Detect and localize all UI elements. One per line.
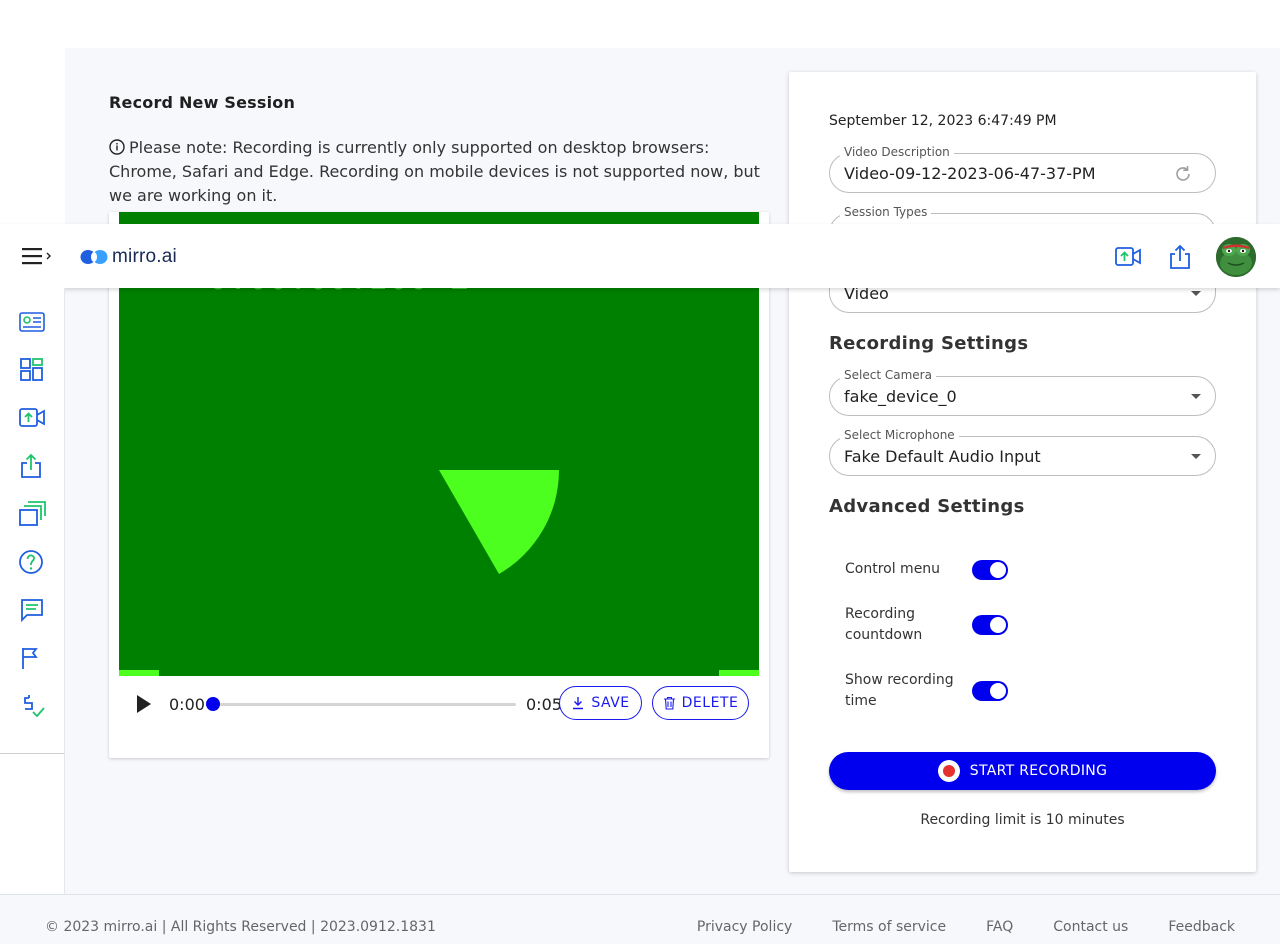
session-types-label: Session Types [840,205,932,219]
video-test-shape [439,470,559,574]
terms-of-service-link[interactable]: Terms of service [832,919,946,935]
download-icon [573,697,584,710]
microphone-label: Select Microphone [840,428,959,442]
save-button[interactable]: SAVE [559,686,642,720]
copyright-text: © 2023 mirro.ai | All Rights Reserved | … [45,919,436,935]
session-datetime: September 12, 2023 6:47:49 PM [829,113,1057,129]
recording-countdown-toggle[interactable] [972,615,1008,635]
toggle-label: Recording countdown [845,606,923,643]
delete-label: DELETE [681,695,739,711]
dashboard-card-icon[interactable] [18,308,46,336]
record-icon [937,760,960,782]
video-description-field[interactable]: Video Description Video-09-12-2023-06-47… [829,145,1216,193]
recording-settings-title: Recording Settings [829,333,1029,354]
user-avatar[interactable] [1216,237,1256,277]
footer: © 2023 mirro.ai | All Rights Reserved | … [0,894,1280,944]
video-edge-bar-right [719,670,759,676]
info-icon [109,139,125,155]
video-edge-bar-left [119,670,159,676]
upload-video-icon[interactable] [1114,244,1142,270]
pricing-icon[interactable] [18,692,46,720]
side-navigation-spacer [0,754,65,894]
advanced-settings-title: Advanced Settings [829,496,1025,517]
flag-icon[interactable] [18,644,46,672]
microphone-select[interactable]: Select Microphone Fake Default Audio Inp… [829,428,1216,476]
control-menu-toggle[interactable] [972,559,1008,580]
contact-us-link[interactable]: Contact us [1053,919,1128,935]
logo-mark-icon [80,250,108,264]
delete-button[interactable]: DELETE [652,686,749,720]
video-description-value: Video-09-12-2023-06-47-37-PM [844,164,1096,183]
microphone-value: Fake Default Audio Input [844,447,1041,466]
section-title: Record New Session [109,93,296,112]
recording-limit-text: Recording limit is 10 minutes [920,812,1125,828]
toggle-label: Control menu [845,561,941,577]
seek-bar[interactable] [209,703,516,706]
logo[interactable]: mirro.ai [80,245,177,269]
page: Record New Session Please note: Recordin… [0,0,1280,944]
camera-value: fake_device_0 [844,387,957,406]
start-recording-button[interactable]: START RECORDING [829,752,1216,790]
faq-link[interactable]: FAQ [986,919,1013,935]
current-time: 0:00 [169,695,205,714]
refresh-icon[interactable] [1173,164,1193,184]
share-icon[interactable] [18,452,46,480]
chevron-down-icon [1191,291,1201,296]
chat-icon[interactable] [18,596,46,624]
help-icon[interactable] [18,548,46,576]
top-app-bar: mirro.ai [0,224,1280,288]
logo-text: mirro.ai [112,246,177,267]
privacy-policy-link[interactable]: Privacy Policy [697,919,792,935]
side-navigation [0,288,65,754]
library-icon[interactable] [18,500,46,528]
notice: Please note: Recording is currently only… [109,136,764,208]
menu-icon[interactable] [22,246,56,266]
chevron-down-icon [1191,394,1201,399]
save-label: SAVE [591,695,630,711]
duration: 0:05 [526,695,562,714]
start-recording-label: START RECORDING [969,763,1108,779]
camera-select[interactable]: Select Camera fake_device_0 [829,368,1216,416]
video-description-label: Video Description [840,145,954,159]
toggle-row-control-menu: Control menu [845,559,1015,580]
feedback-link[interactable]: Feedback [1168,919,1235,935]
trash-icon [663,696,675,710]
toggle-label: Show recording time [845,672,954,709]
seek-handle[interactable] [206,697,220,711]
chevron-down-icon [1191,454,1201,459]
share-icon[interactable] [1166,244,1194,270]
camera-label: Select Camera [840,368,936,382]
frog-avatar-icon [1216,237,1256,277]
toggle-row-recording-countdown: Recording countdown [845,604,1015,646]
grid-icon[interactable] [18,356,46,384]
play-icon[interactable] [131,692,155,716]
upload-video-icon[interactable] [18,404,46,432]
show-recording-time-toggle[interactable] [972,681,1008,701]
toggle-row-show-recording-time: Show recording time [845,670,1015,712]
notice-text: Please note: Recording is currently only… [109,138,760,205]
footer-links: Privacy Policy Terms of service FAQ Cont… [697,919,1235,935]
